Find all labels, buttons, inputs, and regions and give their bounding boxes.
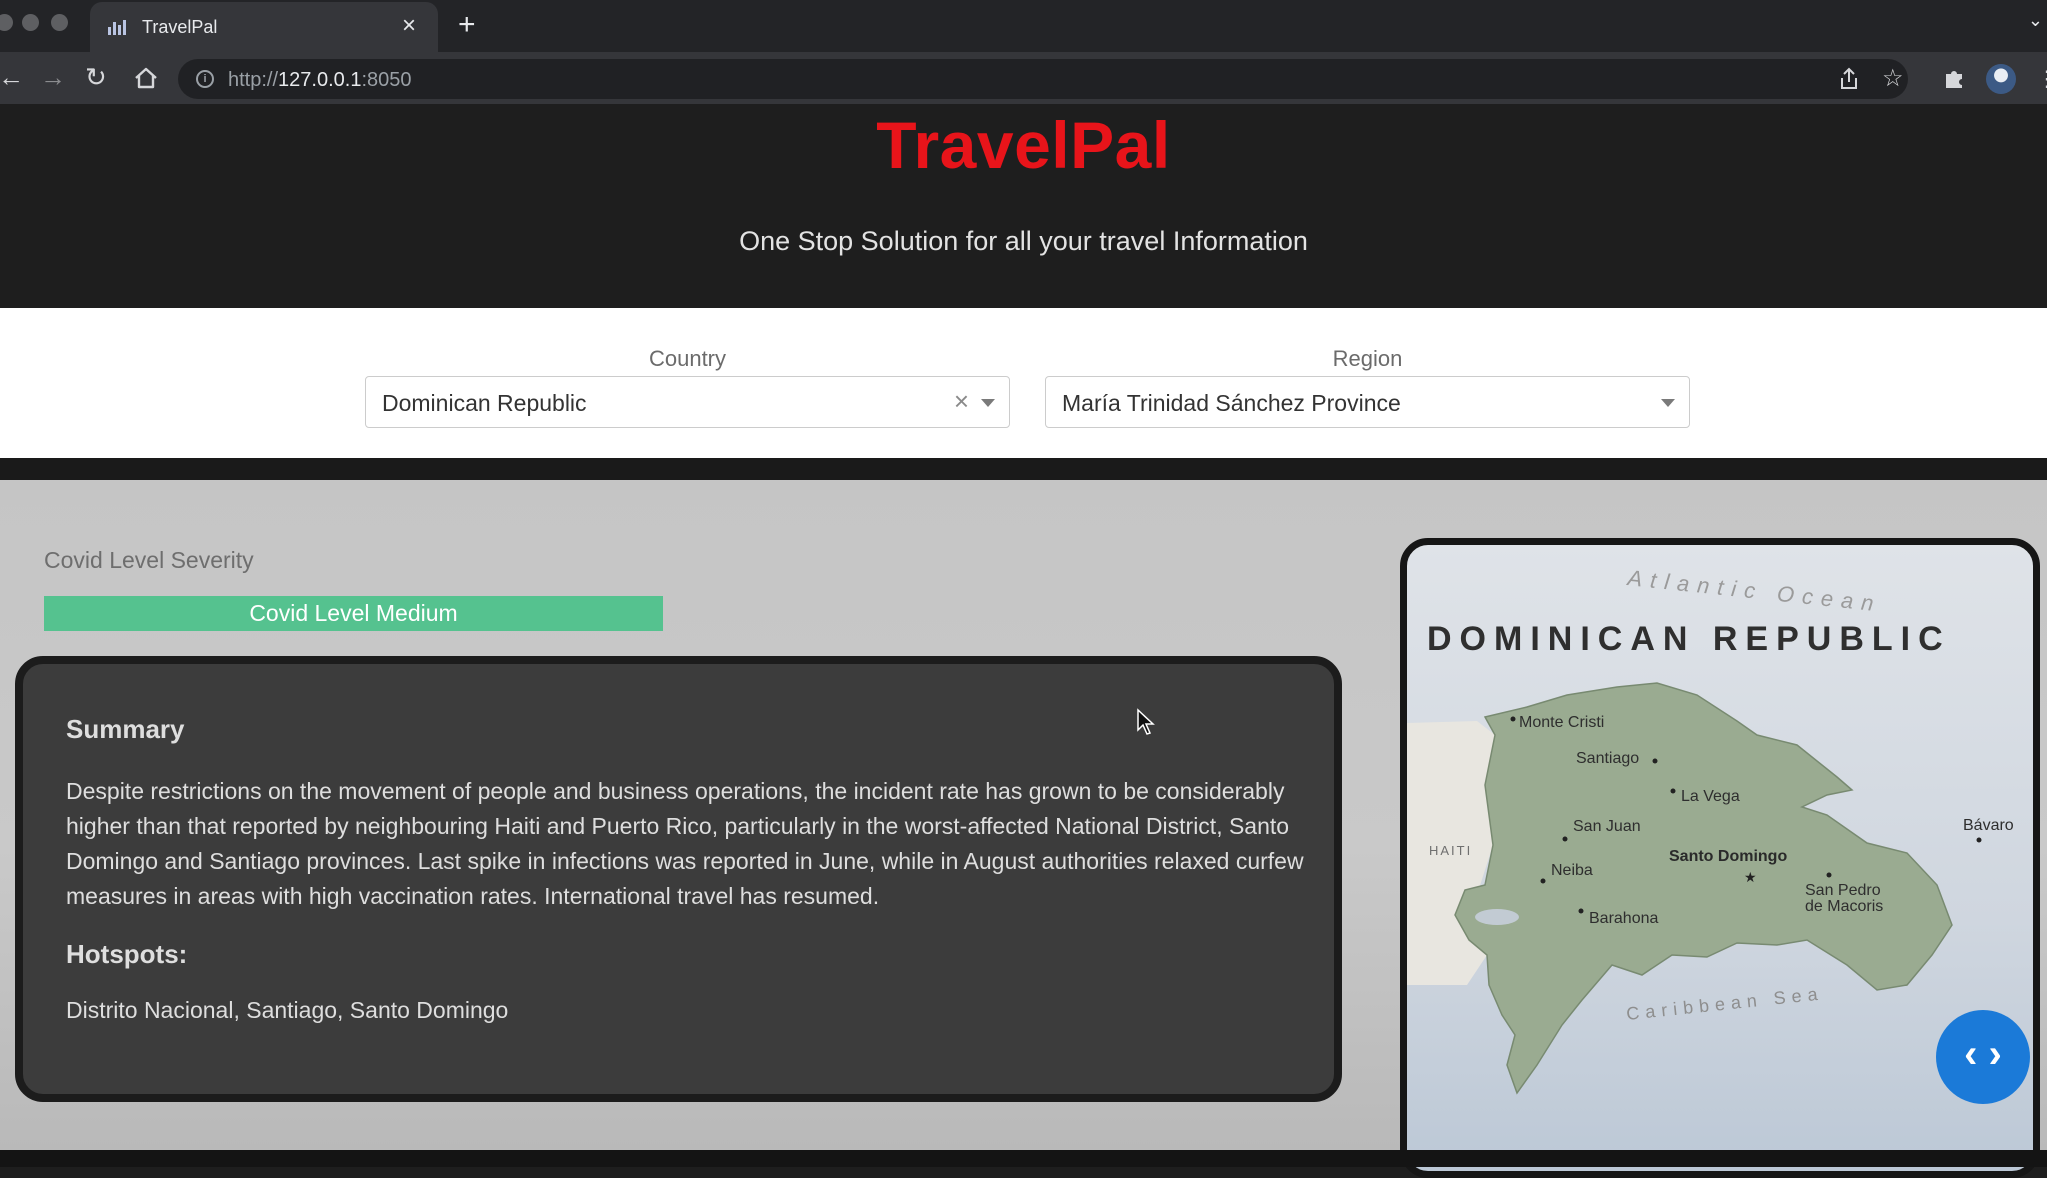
footer-band xyxy=(0,1150,2047,1167)
map-city-neiba: Neiba xyxy=(1551,862,1593,879)
map-city-santo-domingo: Santo Domingo xyxy=(1669,848,1787,865)
region-label: Region xyxy=(1332,346,1403,371)
covid-level-badge: Covid Level Medium xyxy=(44,596,663,631)
map-title: DOMINICAN REPUBLIC xyxy=(1427,620,1951,658)
mouse-cursor-icon xyxy=(1137,708,1155,735)
chevron-down-icon[interactable] xyxy=(1661,399,1675,407)
tab-close-icon[interactable]: × xyxy=(402,14,416,38)
map-city-la-vega: La Vega xyxy=(1681,788,1740,805)
chevron-down-icon[interactable] xyxy=(981,399,995,407)
forward-arrow-icon[interactable]: → xyxy=(40,62,66,92)
hero-header: TravelPal One Stop Solution for all your… xyxy=(0,104,2047,308)
window-minimize-dot[interactable] xyxy=(22,14,39,31)
map-city-monte-cristi: Monte Cristi xyxy=(1519,714,1604,731)
map-label-haiti: HAITI xyxy=(1429,843,1472,858)
map-city-san-juan: San Juan xyxy=(1573,818,1641,835)
map-city-san-pedro: San Pedro xyxy=(1805,882,1881,899)
filter-bar: Country Dominican Republic × Region Marí… xyxy=(0,308,2047,458)
country-map-image: Atlantic Ocean DOMINICAN REPUBLIC HAITI … xyxy=(1407,565,2014,1095)
section-divider xyxy=(0,458,2047,480)
app-page: TravelPal One Stop Solution for all your… xyxy=(0,104,2047,1178)
share-icon[interactable] xyxy=(1838,67,1860,91)
country-label: Country xyxy=(648,346,727,371)
map-city-de-macoris: de Macoris xyxy=(1805,898,1883,915)
browser-toolbar: ← → ↻ i http://127.0.0.1:8050 ☆ ⋮ xyxy=(0,52,2047,104)
country-dropdown[interactable]: Dominican Republic × xyxy=(365,376,1010,428)
window-zoom-dot[interactable] xyxy=(51,14,68,31)
region-selected-value: María Trinidad Sánchez Province xyxy=(1062,390,1401,416)
chart-favicon-icon xyxy=(108,19,126,35)
capital-star-icon: ★ xyxy=(1744,869,1757,885)
map-label-atlantic-ocean: Atlantic Ocean xyxy=(1624,565,1882,617)
profile-avatar[interactable] xyxy=(1986,64,2016,94)
clear-selection-icon[interactable]: × xyxy=(954,387,969,415)
site-info-icon[interactable]: i xyxy=(196,70,214,88)
tagline: One Stop Solution for all your travel In… xyxy=(739,226,1308,256)
region-dropdown[interactable]: María Trinidad Sánchez Province xyxy=(1045,376,1690,428)
map-city-barahona: Barahona xyxy=(1589,910,1658,927)
summary-text: Despite restrictions on the movement of … xyxy=(66,778,1304,909)
address-bar[interactable]: i http://127.0.0.1:8050 ☆ xyxy=(178,59,1908,99)
tab-list-chevron-icon[interactable]: ⌄ xyxy=(2028,10,2043,31)
hotspots-heading: Hotspots: xyxy=(66,939,188,969)
map-city-santiago: Santiago xyxy=(1576,750,1639,767)
back-arrow-icon[interactable]: ← xyxy=(0,62,24,92)
summary-heading: Summary xyxy=(66,714,185,744)
home-icon[interactable] xyxy=(134,67,158,89)
window-close-dot[interactable] xyxy=(0,14,13,31)
map-city-bavaro: Bávaro xyxy=(1963,817,2014,834)
content-area: Covid Level Severity Covid Level Medium … xyxy=(0,480,2047,1178)
reload-icon[interactable]: ↻ xyxy=(85,62,107,92)
url-text[interactable]: http://127.0.0.1:8050 xyxy=(228,69,412,92)
country-selected-value: Dominican Republic xyxy=(382,390,587,416)
hotspots-text: Distrito Nacional, Santiago, Santo Domin… xyxy=(66,997,509,1023)
brand-title: TravelPal xyxy=(876,108,1171,182)
covid-severity-label: Covid Level Severity xyxy=(44,547,254,573)
bookmark-star-icon[interactable]: ☆ xyxy=(1882,66,1904,92)
browser-tab-bar: TravelPal × + ⌄ xyxy=(0,0,2047,52)
map-label-caribbean-sea: Caribbean Sea xyxy=(1625,983,1824,1024)
browser-menu-icon[interactable]: ⋮ xyxy=(2036,66,2047,92)
extensions-puzzle-icon[interactable] xyxy=(1942,66,1966,90)
tab-title: TravelPal xyxy=(142,17,218,37)
carousel-nav-button[interactable]: ‹ › xyxy=(1936,1010,2030,1104)
browser-tab-travelpal[interactable]: TravelPal × xyxy=(90,2,438,52)
new-tab-icon[interactable]: + xyxy=(458,10,476,40)
